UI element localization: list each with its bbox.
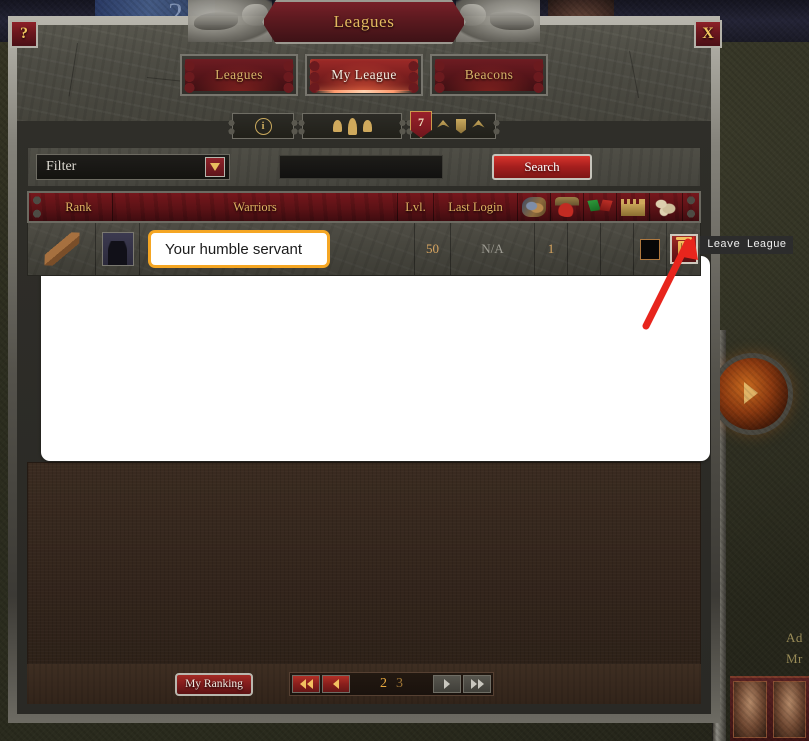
pagination-prev-button[interactable] <box>322 675 350 693</box>
cell-leave-league[interactable] <box>667 223 700 275</box>
crossed-flags-icon <box>588 197 612 217</box>
background-portrait-bar <box>730 676 809 741</box>
column-header-rank[interactable]: Rank <box>45 193 113 221</box>
background-hero-portrait-1[interactable] <box>733 681 767 738</box>
table-row[interactable]: Your humble servant 50 N/A 1 <box>27 223 701 276</box>
cell-avatar[interactable] <box>96 223 140 275</box>
column-header-flags[interactable] <box>584 193 617 221</box>
window-title-banner: Leagues <box>262 0 466 44</box>
tab-ornament-left <box>434 60 445 94</box>
column-header-warriors[interactable]: Warriors <box>113 193 398 221</box>
column-header-gauntlet[interactable] <box>518 193 551 221</box>
info-button[interactable]: i <box>228 113 298 139</box>
banner-icon <box>455 118 467 134</box>
cell-potion <box>568 223 601 275</box>
help-button[interactable]: ? <box>10 20 38 48</box>
castle-checkbox[interactable] <box>640 238 660 260</box>
cell-level: 50 <box>415 223 451 275</box>
tab-strip: Leagues My League Beacons <box>17 54 711 96</box>
filter-select[interactable]: Filter <box>36 154 230 180</box>
page-title: Leagues <box>333 12 395 31</box>
blood-potion-icon <box>555 197 579 217</box>
my-ranking-button[interactable]: My Ranking <box>175 672 253 696</box>
cell-castle[interactable] <box>634 223 667 275</box>
avatar-silhouette-icon <box>108 241 127 265</box>
tab-leagues-label: Leagues <box>185 59 293 91</box>
cell-gauntlet: 1 <box>535 223 568 275</box>
tab-beacons[interactable]: Beacons <box>430 54 548 96</box>
pagination-next-button[interactable] <box>433 675 461 693</box>
content-panel <box>41 256 710 461</box>
pagination-first-button[interactable] <box>292 675 320 693</box>
dragon-ornament-left <box>188 0 272 42</box>
tab-beacons-label: Beacons <box>435 59 543 91</box>
league-count-badge: 7 <box>410 111 432 138</box>
tab-leagues[interactable]: Leagues <box>180 54 298 96</box>
dialog-inner: Leagues My League Beacons i 7 Filter Sea… <box>17 25 711 714</box>
tab-ornament-left <box>184 60 195 94</box>
chevron-down-icon[interactable] <box>205 157 225 177</box>
column-header-bones[interactable] <box>650 193 683 221</box>
lower-panel <box>27 462 701 668</box>
background-text-line-2: Mr <box>786 651 803 666</box>
dragon-ornament-right <box>456 0 540 42</box>
filter-select-label: Filter <box>46 159 77 174</box>
avatar <box>101 232 134 266</box>
tooltip-leave-league: Leave League <box>700 236 794 254</box>
background-hero-portrait-2[interactable] <box>772 681 806 738</box>
tab-ornament-right <box>283 60 294 94</box>
pagination-pages: 2 3 <box>352 676 431 692</box>
members-icon <box>347 117 357 135</box>
column-header-potion[interactable] <box>551 193 584 221</box>
trash-icon <box>675 237 692 257</box>
footer: My Ranking 2 3 <box>27 664 701 704</box>
search-input[interactable] <box>279 155 443 179</box>
wing-right-icon <box>472 120 485 132</box>
club-rank-icon <box>43 231 80 267</box>
tab-ornament-right <box>533 60 544 94</box>
leagues-dialog: Leagues My League Beacons i 7 Filter Sea… <box>8 0 722 723</box>
pagination-last-button[interactable] <box>463 675 491 693</box>
close-button[interactable]: X <box>694 20 722 48</box>
bones-icon <box>654 197 678 217</box>
cell-last-login: N/A <box>451 223 535 275</box>
header-ornament-right <box>683 193 699 221</box>
banners-button[interactable]: 7 <box>406 111 500 139</box>
members-button[interactable] <box>298 113 406 139</box>
info-icon: i <box>254 117 272 135</box>
leave-league-button[interactable] <box>669 234 698 264</box>
tab-my-league[interactable]: My League <box>305 54 423 96</box>
cell-warrior-name[interactable]: Your humble servant <box>140 223 415 275</box>
background-orb-button[interactable] <box>716 358 788 430</box>
table-header: Rank Warriors Lvl. Last Login <box>27 191 701 223</box>
page-number-current[interactable]: 2 <box>380 676 387 692</box>
filter-row: Filter Search <box>27 147 701 187</box>
tab-my-league-label: My League <box>310 59 418 91</box>
header-ornament-left <box>29 193 45 221</box>
background-text-line-1: Ad <box>786 630 803 645</box>
page-number[interactable]: 3 <box>396 676 403 692</box>
gauntlet-icon <box>522 197 546 217</box>
table-body: Your humble servant 50 N/A 1 <box>27 223 701 276</box>
cell-rank <box>28 223 96 275</box>
members-icon <box>332 120 342 132</box>
tab-ornament-right <box>408 60 419 94</box>
column-header-last-login[interactable]: Last Login <box>434 193 518 221</box>
warrior-name-highlight: Your humble servant <box>148 230 330 268</box>
tab-ornament-left <box>309 60 320 94</box>
column-header-castle[interactable] <box>617 193 650 221</box>
icon-toolbar: i 7 <box>17 111 711 139</box>
pagination: 2 3 <box>289 672 494 696</box>
column-header-lvl[interactable]: Lvl. <box>398 193 434 221</box>
search-button[interactable]: Search <box>492 154 592 180</box>
wing-left-icon <box>437 120 450 128</box>
members-icon <box>362 120 372 132</box>
cell-flags <box>601 223 634 275</box>
castle-icon <box>621 197 645 217</box>
